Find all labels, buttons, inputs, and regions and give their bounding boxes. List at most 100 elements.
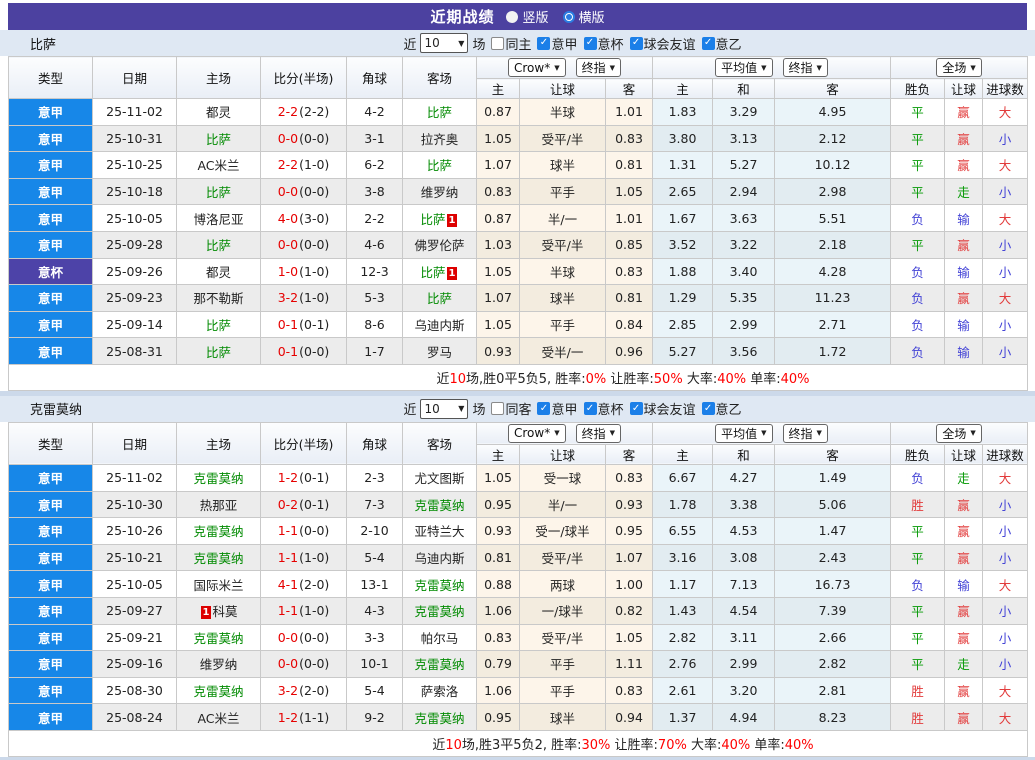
sub-header-handicap-result: 让球 <box>944 443 984 465</box>
red-card-badge: 1 <box>200 606 212 620</box>
league-checkbox[interactable]: ✓ <box>629 402 643 416</box>
scope-select[interactable]: 全场 ▼ <box>936 423 982 443</box>
halftime-score: (0-0) <box>299 237 330 253</box>
avg-stage-select[interactable]: 终指 ▼ <box>782 58 828 77</box>
handicap-odds: 0.82 <box>605 596 653 625</box>
league-label: 意甲 <box>551 37 578 53</box>
odds-stage-select[interactable]: 终指 ▼ <box>575 423 621 443</box>
summary-value: 40% <box>784 737 814 753</box>
halftime-score: (1-0) <box>299 290 330 306</box>
average-odds: 1.31 <box>652 151 713 179</box>
odds-stage-select[interactable]: 终指 ▼ <box>575 58 621 77</box>
score: 1-1(1-0) <box>260 596 347 625</box>
league-label: 球会友谊 <box>643 37 696 53</box>
league-badge: 意甲 <box>8 490 93 519</box>
col-header-score: 比分(半场) <box>260 421 347 465</box>
match-row: 意甲 25-09-21 克雷莫纳 0-0(0-0) 3-3 帕尔马 0.83 受平/半 1.05… <box>8 623 1029 652</box>
away-team: 维罗纳 <box>402 177 477 206</box>
avg-source-select[interactable]: 平均值 ▼ <box>715 423 773 443</box>
match-date: 25-09-21 <box>92 623 177 652</box>
summary-value: 70% <box>657 737 687 753</box>
halftime-score: (1-0) <box>299 603 330 619</box>
avg-stage-select[interactable]: 终指 ▼ <box>782 423 828 443</box>
match-row: 意甲 25-09-27 1 科莫 1-1(1-0) 4-3 克雷莫纳 1.06 一/球半 0.82… <box>8 596 1029 625</box>
result-cell: 赢 <box>944 676 984 705</box>
team-name: 佛罗伦萨 <box>414 238 465 254</box>
team-name: 克雷莫纳 <box>414 710 465 726</box>
sub-header-avg-away: 客 <box>773 78 892 99</box>
team-title: 比萨 <box>30 37 57 53</box>
away-team: 帕尔马 <box>402 623 477 652</box>
fulltime-score: 4-0 <box>277 210 299 226</box>
match-row: 意甲 25-10-31 比萨 0-0(0-0) 3-1 拉齐奥 1.05 受平/半 0.83 3.… <box>8 124 1029 153</box>
handicap-odds: 1.05 <box>605 623 653 652</box>
team-name: 比萨 <box>205 318 231 334</box>
fulltime-score: 0-0 <box>277 130 299 146</box>
average-odds: 6.55 <box>652 517 713 545</box>
summary-value: 30% <box>581 737 611 753</box>
fulltime-score: 3-2 <box>277 682 299 698</box>
recent-count-select[interactable]: 10 ▼ <box>420 398 469 419</box>
result-cell: 大 <box>982 676 1029 705</box>
home-team: 比萨 <box>176 177 261 206</box>
same-venue-checkbox[interactable] <box>491 36 505 50</box>
handicap-odds: 受一/球半 <box>519 517 606 545</box>
league-checkbox[interactable]: ✓ <box>629 36 643 50</box>
league-label: 意乙 <box>715 403 742 419</box>
score: 1-2(0-1) <box>260 463 347 492</box>
result-cell: 负 <box>890 337 946 365</box>
near-label: 近 <box>403 37 417 53</box>
chevron-down-icon: ▼ <box>609 63 615 72</box>
average-odds: 3.38 <box>712 490 775 519</box>
halftime-score: (0-1) <box>299 317 330 333</box>
average-dropdowns-cell: 平均值 ▼ 终指 ▼ <box>651 56 892 79</box>
odds-source-select[interactable]: Crow* ▼ <box>508 423 566 443</box>
average-odds: 2.18 <box>773 230 892 259</box>
average-odds: 2.99 <box>712 310 775 339</box>
handicap-odds: 0.95 <box>476 703 520 731</box>
average-odds: 4.95 <box>773 98 892 126</box>
result-cell: 负 <box>890 463 946 492</box>
halftime-score: (0-0) <box>299 130 330 146</box>
scope-select[interactable]: 全场 ▼ <box>936 58 982 77</box>
sub-header-result: 胜负 <box>890 78 946 99</box>
same-venue-checkbox[interactable] <box>491 402 505 416</box>
league-checkbox[interactable]: ✓ <box>537 402 551 416</box>
average-odds: 10.12 <box>773 151 892 179</box>
league-checkbox[interactable]: ✓ <box>537 36 551 50</box>
result-cell: 输 <box>944 257 984 286</box>
average-odds: 2.98 <box>773 177 892 206</box>
result-cell: 走 <box>944 463 984 492</box>
handicap-odds: 平手 <box>519 310 606 339</box>
league-badge: 意甲 <box>8 337 93 365</box>
match-date: 25-10-26 <box>92 517 177 545</box>
horizontal-layout-radio[interactable]: 横版 <box>562 7 605 26</box>
vertical-layout-radio[interactable]: 竖版 <box>506 7 549 26</box>
fulltime-score: 1-2 <box>277 709 299 725</box>
league-badge: 意甲 <box>8 543 93 572</box>
league-checkbox[interactable]: ✓ <box>583 36 597 50</box>
result-cell: 输 <box>944 204 984 232</box>
team-name: 乌迪内斯 <box>414 318 465 334</box>
col-header-away: 客场 <box>402 421 477 465</box>
league-checkbox[interactable]: ✓ <box>701 36 715 50</box>
odds-source-select[interactable]: Crow* ▼ <box>508 58 566 77</box>
halftime-score: (0-0) <box>299 656 330 672</box>
recent-count-select[interactable]: 10 ▼ <box>420 33 469 53</box>
average-odds: 3.22 <box>712 230 775 259</box>
halftime-score: (1-1) <box>299 709 330 725</box>
avg-source-select[interactable]: 平均值 ▼ <box>715 58 773 77</box>
match-date: 25-11-02 <box>92 463 177 492</box>
away-team: 罗马 <box>402 337 477 365</box>
sub-header-goals: 进球数 <box>982 78 1029 99</box>
league-badge: 意甲 <box>8 98 93 126</box>
league-checkbox[interactable]: ✓ <box>583 402 597 416</box>
away-team: 比萨 <box>402 151 477 179</box>
handicap-odds: 0.88 <box>476 570 520 598</box>
team-name: 都灵 <box>205 264 231 280</box>
match-row: 意甲 25-08-30 克雷莫纳 3-2(2-0) 5-4 萨索洛 1.06 平手 0.83 2.… <box>8 676 1029 705</box>
result-cell: 负 <box>890 257 946 286</box>
league-checkbox[interactable]: ✓ <box>701 402 715 416</box>
sub-header-handicap: 让球 <box>519 78 606 99</box>
corners: 1-7 <box>346 337 403 365</box>
